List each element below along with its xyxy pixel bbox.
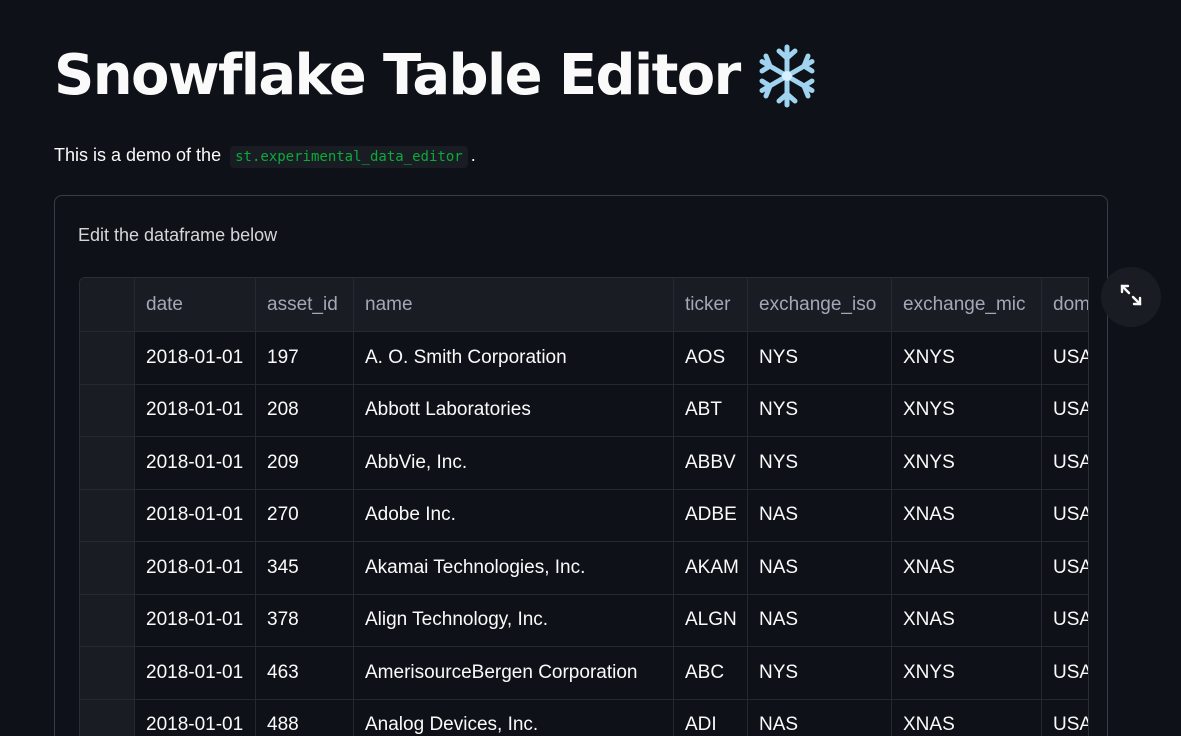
table-cell-name[interactable]: A. O. Smith Corporation: [354, 332, 674, 384]
edit-form: Edit the dataframe below date asset_id nam…: [54, 195, 1108, 736]
table-cell-asset-id[interactable]: 270: [256, 489, 354, 541]
table-cell-domicile[interactable]: USA: [1042, 332, 1088, 384]
app-page: Snowflake Table Editor This is a demo of…: [0, 0, 1181, 736]
table-cell-name[interactable]: AbbVie, Inc.: [354, 437, 674, 489]
table-cell-index[interactable]: [80, 647, 135, 699]
table-cell-date[interactable]: 2018-01-01: [135, 437, 256, 489]
table-cell-ticker[interactable]: ADBE: [674, 489, 748, 541]
subtitle: This is a demo of the st.experimental_da…: [54, 141, 476, 171]
table-cell-exchange-iso[interactable]: NAS: [748, 489, 892, 541]
table-cell-exchange-mic[interactable]: XNAS: [892, 594, 1042, 646]
table-cell-index[interactable]: [80, 437, 135, 489]
table-cell-date[interactable]: 2018-01-01: [135, 489, 256, 541]
table-cell-exchange-mic[interactable]: XNYS: [892, 384, 1042, 436]
table-cell-domicile[interactable]: USA: [1042, 490, 1088, 542]
table-cell-ticker[interactable]: ADI: [674, 699, 748, 736]
table-cell-name[interactable]: Abbott Laboratories: [354, 384, 674, 436]
table-cell-domicile[interactable]: USA: [1042, 647, 1088, 699]
expand-icon: [1119, 283, 1143, 312]
table-cell-date[interactable]: 2018-01-01: [135, 542, 256, 594]
table-cell-asset-id[interactable]: 463: [256, 647, 354, 699]
table-cell-exchange-iso[interactable]: NYS: [748, 332, 892, 384]
table-cell-domicile[interactable]: USA: [1042, 700, 1088, 736]
table-cell-exchange-iso[interactable]: NYS: [748, 384, 892, 436]
table-cell-domicile[interactable]: USA: [1042, 542, 1088, 594]
table-cell-date[interactable]: 2018-01-01: [135, 384, 256, 436]
table-cell-exchange-mic[interactable]: XNAS: [892, 489, 1042, 541]
table-cell-exchange-iso[interactable]: NYS: [748, 437, 892, 489]
table-row[interactable]: 2018-01-01 197 A. O. Smith Corporation AOS N…: [80, 332, 1088, 385]
table-cell-ticker[interactable]: ABC: [674, 647, 748, 699]
column-header-domicile[interactable]: domicile: [1042, 278, 1088, 331]
table-cell-exchange-mic[interactable]: XNAS: [892, 542, 1042, 594]
table-cell-exchange-iso[interactable]: NAS: [748, 699, 892, 736]
table-cell-index[interactable]: [80, 542, 135, 594]
table-cell-index[interactable]: [80, 384, 135, 436]
table-cell-exchange-mic[interactable]: XNAS: [892, 699, 1042, 736]
table-cell-index[interactable]: [80, 699, 135, 736]
table-row[interactable]: 2018-01-01 270 Adobe Inc. ADBE NAS XNAS USA: [80, 489, 1088, 542]
table-cell-index[interactable]: [80, 594, 135, 646]
table-cell-name[interactable]: AmerisourceBergen Corporation: [354, 647, 674, 699]
column-header-name[interactable]: name: [354, 278, 674, 331]
table-cell-asset-id[interactable]: 345: [256, 542, 354, 594]
table-cell-date[interactable]: 2018-01-01: [135, 594, 256, 646]
table-cell-asset-id[interactable]: 209: [256, 437, 354, 489]
table-cell-date[interactable]: 2018-01-01: [135, 699, 256, 736]
column-header-ticker[interactable]: ticker: [674, 278, 748, 331]
table-cell-exchange-mic[interactable]: XNYS: [892, 437, 1042, 489]
column-header-index[interactable]: [80, 278, 135, 331]
table-cell-name[interactable]: Akamai Technologies, Inc.: [354, 542, 674, 594]
table-cell-exchange-mic[interactable]: XNYS: [892, 647, 1042, 699]
table-cell-domicile[interactable]: USA: [1042, 595, 1088, 647]
table-cell-name[interactable]: Adobe Inc.: [354, 489, 674, 541]
form-label: Edit the dataframe below: [78, 225, 278, 245]
table-cell-ticker[interactable]: AKAM: [674, 542, 748, 594]
table-row[interactable]: 2018-01-01 345 Akamai Technologies, Inc. AK…: [80, 542, 1088, 595]
table-cell-name[interactable]: Align Technology, Inc.: [354, 594, 674, 646]
table-row[interactable]: 2018-01-01 488 Analog Devices, Inc. ADI NAS X…: [80, 699, 1088, 736]
table-cell-exchange-mic[interactable]: XNYS: [892, 332, 1042, 384]
table-row[interactable]: 2018-01-01 463 AmerisourceBergen Corporati…: [80, 647, 1088, 700]
table-cell-ticker[interactable]: ABT: [674, 384, 748, 436]
table-cell-name[interactable]: Analog Devices, Inc.: [354, 699, 674, 736]
page-title: Snowflake Table Editor: [54, 36, 820, 116]
fullscreen-button[interactable]: [1101, 267, 1161, 327]
table-cell-ticker[interactable]: ABBV: [674, 437, 748, 489]
table-header-row: date asset_id name ticker exchange_iso exchan…: [80, 278, 1088, 332]
table-body: 2018-01-01 197 A. O. Smith Corporation AOS N…: [80, 332, 1088, 736]
table-cell-index[interactable]: [80, 332, 135, 384]
table-row[interactable]: 2018-01-01 208 Abbott Laboratories ABT NYS XN…: [80, 384, 1088, 437]
table-cell-exchange-iso[interactable]: NAS: [748, 594, 892, 646]
table-cell-ticker[interactable]: AOS: [674, 332, 748, 384]
column-header-asset-id[interactable]: asset_id: [256, 278, 354, 331]
table-cell-asset-id[interactable]: 197: [256, 332, 354, 384]
table-cell-domicile[interactable]: USA: [1042, 385, 1088, 437]
data-editor-grid[interactable]: date asset_id name ticker exchange_iso exchan…: [79, 277, 1089, 736]
snowflake-emoji-icon: [754, 43, 820, 109]
table-cell-exchange-iso[interactable]: NAS: [748, 542, 892, 594]
table-cell-asset-id[interactable]: 208: [256, 384, 354, 436]
table-cell-exchange-iso[interactable]: NYS: [748, 647, 892, 699]
column-header-date[interactable]: date: [135, 278, 256, 331]
table-cell-index[interactable]: [80, 489, 135, 541]
table-row[interactable]: 2018-01-01 378 Align Technology, Inc. ALGN N…: [80, 594, 1088, 647]
table-row[interactable]: 2018-01-01 209 AbbVie, Inc. ABBV NYS XNYS USA: [80, 437, 1088, 490]
table-cell-asset-id[interactable]: 488: [256, 699, 354, 736]
table-cell-date[interactable]: 2018-01-01: [135, 332, 256, 384]
inline-code: st.experimental_data_editor: [230, 146, 468, 168]
table-cell-domicile[interactable]: USA: [1042, 437, 1088, 489]
subtitle-prefix: This is a demo of the: [54, 145, 222, 165]
column-header-exchange-mic[interactable]: exchange_mic: [892, 278, 1042, 331]
table-cell-asset-id[interactable]: 378: [256, 594, 354, 646]
column-header-exchange-iso[interactable]: exchange_iso: [748, 278, 892, 331]
table-cell-ticker[interactable]: ALGN: [674, 594, 748, 646]
subtitle-suffix: .: [470, 145, 476, 165]
page-title-text: Snowflake Table Editor: [54, 43, 741, 108]
table-cell-date[interactable]: 2018-01-01: [135, 647, 256, 699]
